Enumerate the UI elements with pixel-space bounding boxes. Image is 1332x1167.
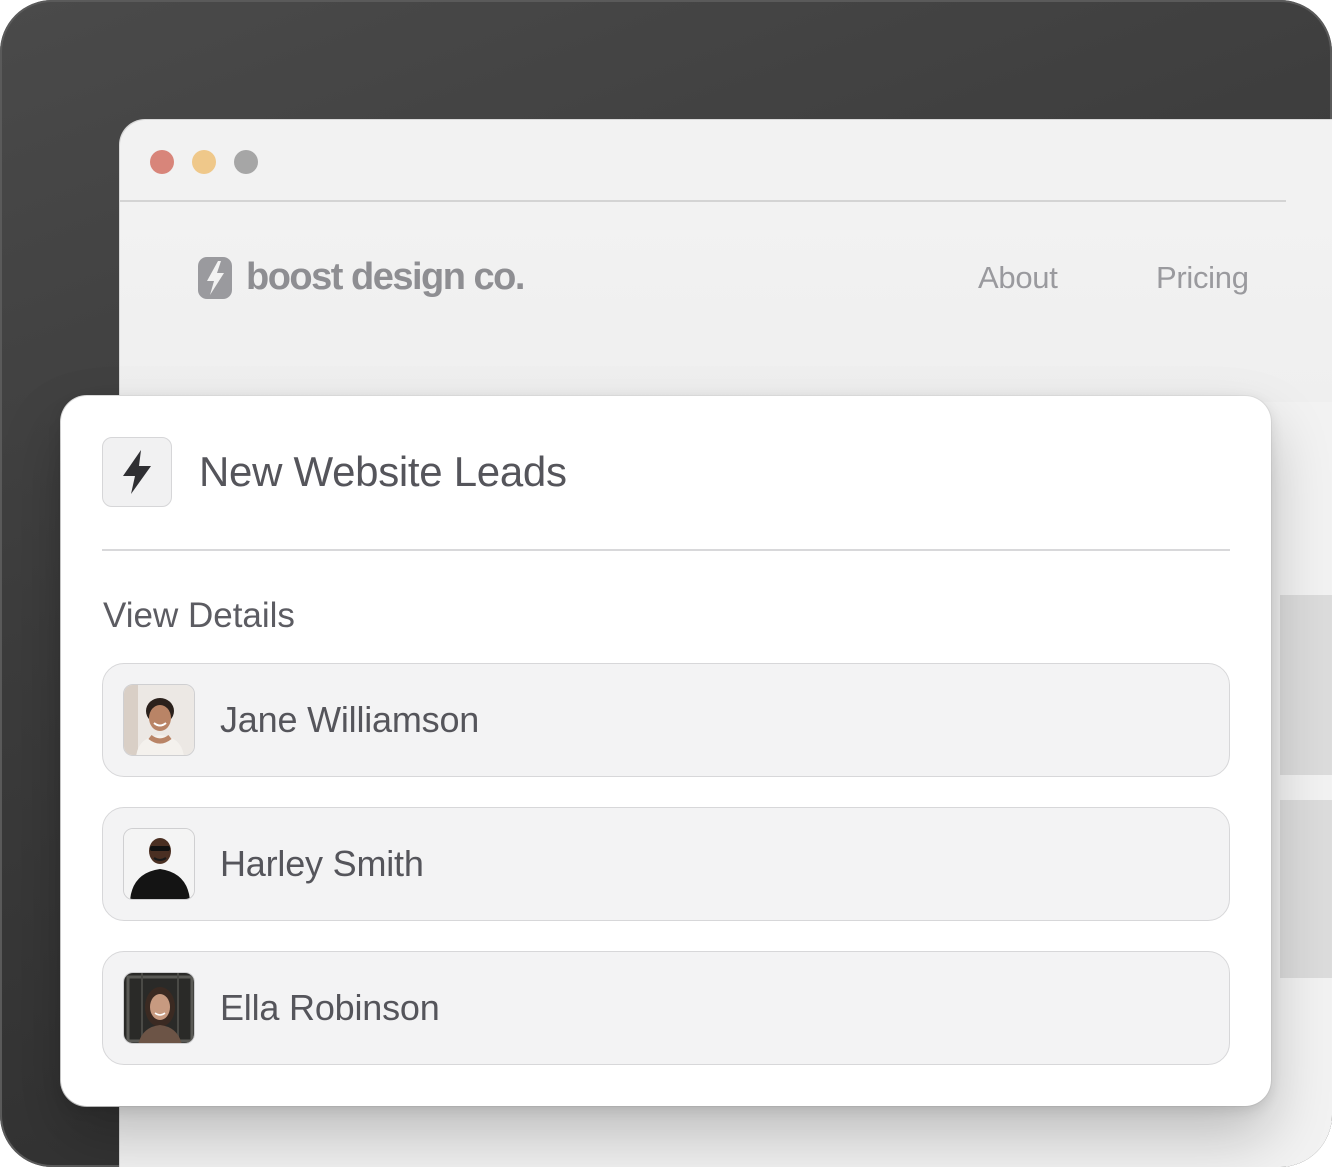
nav-link-pricing[interactable]: Pricing — [1156, 260, 1249, 296]
lightning-bolt-icon — [102, 437, 172, 507]
background-content-block — [1280, 800, 1332, 978]
lead-item[interactable]: Harley Smith — [102, 807, 1230, 921]
minimize-window-button[interactable] — [192, 150, 216, 174]
card-divider — [102, 549, 1230, 551]
avatar — [123, 684, 195, 756]
lead-item[interactable]: Ella Robinson — [102, 951, 1230, 1065]
traffic-lights — [150, 150, 258, 174]
nav-link-about[interactable]: About — [978, 260, 1058, 296]
close-window-button[interactable] — [150, 150, 174, 174]
lead-name: Harley Smith — [220, 843, 424, 884]
background-content-block — [1280, 595, 1332, 775]
card-title: New Website Leads — [199, 448, 567, 495]
avatar — [123, 972, 195, 1044]
view-details-label: View Details — [103, 596, 295, 635]
brand-logo[interactable]: boost design co. — [198, 256, 525, 299]
zoom-window-button[interactable] — [234, 150, 258, 174]
lead-name: Jane Williamson — [220, 699, 480, 740]
leads-card: New Website Leads View Details Jane Will… — [61, 396, 1271, 1106]
lead-name: Ella Robinson — [220, 987, 440, 1028]
lead-list: Jane Williamson Harley Smith Ella Robins… — [102, 663, 1230, 1095]
avatar — [123, 828, 195, 900]
brand-name: boost design co. — [246, 256, 525, 298]
site-header: boost design co. About Pricing — [120, 202, 1332, 402]
lead-item[interactable]: Jane Williamson — [102, 663, 1230, 777]
device-frame: boost design co. About Pricing New Websi… — [0, 0, 1332, 1167]
bolt-logo-icon — [198, 256, 232, 299]
